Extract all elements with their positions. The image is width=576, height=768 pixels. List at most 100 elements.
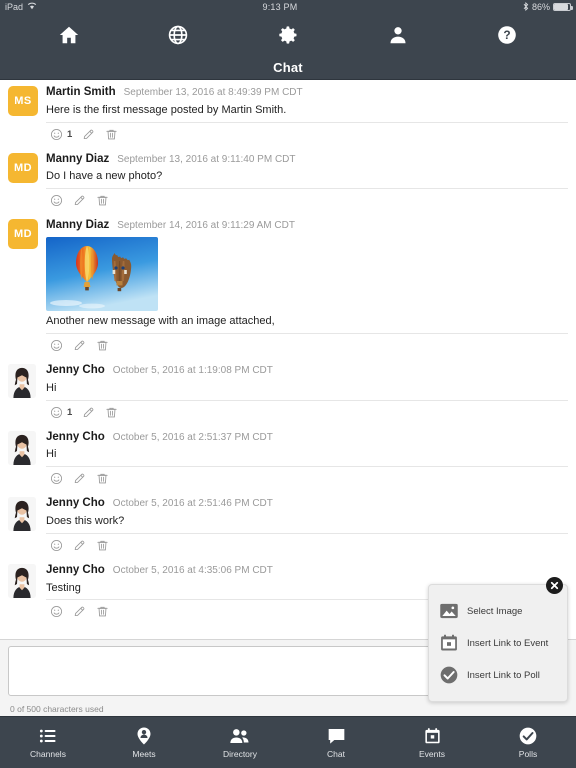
- edit-button[interactable]: [73, 194, 86, 207]
- avatar[interactable]: MS: [8, 86, 46, 147]
- gear-icon[interactable]: [277, 24, 299, 46]
- popup-item-label: Select Image: [467, 605, 523, 617]
- react-button[interactable]: 1: [50, 128, 72, 141]
- delete-button[interactable]: [96, 539, 109, 552]
- message-item: Jenny Cho October 5, 2016 at 1:19:08 PM C…: [0, 358, 576, 425]
- people-icon: [229, 726, 251, 746]
- status-bar-time: 9:13 PM: [262, 2, 298, 12]
- wifi-icon: [27, 2, 37, 12]
- trash-icon: [96, 339, 109, 352]
- home-icon[interactable]: [58, 24, 80, 46]
- smiley-icon: [50, 128, 63, 141]
- message-author: Jenny Cho: [46, 363, 105, 376]
- message-header: Jenny Cho October 5, 2016 at 1:19:08 PM C…: [46, 364, 568, 378]
- delete-button[interactable]: [96, 472, 109, 485]
- avatar[interactable]: MD: [8, 219, 46, 358]
- avatar-photo: [8, 563, 36, 598]
- react-button[interactable]: [50, 339, 63, 352]
- edit-button[interactable]: [82, 128, 95, 141]
- message-item: MD Manny Diaz September 13, 2016 at 9:11:4…: [0, 147, 576, 214]
- calendar-icon: [423, 726, 442, 746]
- edit-button[interactable]: [73, 339, 86, 352]
- tab-chat[interactable]: Chat: [288, 717, 384, 768]
- help-icon[interactable]: ?: [496, 24, 518, 46]
- smiley-icon: [50, 406, 63, 419]
- message-header: Jenny Cho October 5, 2016 at 2:51:37 PM C…: [46, 431, 568, 445]
- status-bar-left: iPad: [5, 2, 37, 12]
- avatar[interactable]: [8, 497, 46, 558]
- message-timestamp: September 14, 2016 at 9:11:29 AM CDT: [117, 220, 295, 232]
- avatar-initials: MD: [8, 152, 38, 183]
- globe-icon[interactable]: [167, 24, 189, 46]
- smiley-icon: [50, 339, 63, 352]
- tab-channels[interactable]: Channels: [0, 717, 96, 768]
- delete-button[interactable]: [105, 128, 118, 141]
- message-actions: [46, 534, 568, 558]
- pencil-icon: [73, 472, 86, 485]
- tab-meets[interactable]: Meets: [96, 717, 192, 768]
- message-text: Here is the first message posted by Mart…: [46, 103, 568, 123]
- tab-directory[interactable]: Directory: [192, 717, 288, 768]
- message-list[interactable]: MS Martin Smith September 13, 2016 at 8:49…: [0, 80, 576, 639]
- tab-polls[interactable]: Polls: [480, 717, 576, 768]
- message-item: MS Martin Smith September 13, 2016 at 8:49…: [0, 80, 576, 147]
- message-header: Manny Diaz September 13, 2016 at 9:11:40 …: [46, 153, 568, 167]
- message-timestamp: October 5, 2016 at 2:51:46 PM CDT: [112, 498, 273, 510]
- status-bar-right: 86%: [523, 1, 573, 13]
- react-button[interactable]: [50, 472, 63, 485]
- message-attachment-image[interactable]: [46, 237, 158, 312]
- pencil-icon: [73, 539, 86, 552]
- message-body: Manny Diaz September 14, 2016 at 9:11:29 …: [46, 219, 568, 358]
- edit-button[interactable]: [73, 539, 86, 552]
- message-item: Jenny Cho October 5, 2016 at 2:51:37 PM C…: [0, 425, 576, 492]
- message-actions: 1: [46, 401, 568, 425]
- message-text: Does this work?: [46, 514, 568, 534]
- trash-icon: [96, 472, 109, 485]
- edit-button[interactable]: [73, 605, 86, 618]
- message-author: Jenny Cho: [46, 430, 105, 443]
- popup-item-label: Insert Link to Event: [467, 637, 549, 649]
- message-actions: [46, 334, 568, 358]
- delete-button[interactable]: [96, 194, 109, 207]
- battery-icon: [553, 3, 573, 11]
- status-bar: iPad 9:13 PM 86%: [0, 0, 576, 14]
- top-navigation-bar: ?: [0, 14, 576, 56]
- message-timestamp: September 13, 2016 at 9:11:40 PM CDT: [117, 153, 296, 165]
- delete-button[interactable]: [96, 339, 109, 352]
- message-author: Manny Diaz: [46, 152, 110, 165]
- delete-button[interactable]: [96, 605, 109, 618]
- react-button[interactable]: [50, 539, 63, 552]
- popup-item-insert-link-to-event[interactable]: Insert Link to Event: [429, 627, 567, 659]
- trash-icon: [96, 539, 109, 552]
- message-author: Jenny Cho: [46, 497, 105, 510]
- avatar[interactable]: [8, 363, 46, 425]
- reaction-count: 1: [67, 128, 73, 140]
- react-button[interactable]: [50, 605, 63, 618]
- person-icon[interactable]: [387, 24, 409, 46]
- smiley-icon: [50, 605, 63, 618]
- close-icon[interactable]: [546, 577, 563, 594]
- tab-label: Channels: [30, 749, 66, 759]
- avatar[interactable]: MD: [8, 152, 46, 214]
- message-item: MD Manny Diaz September 14, 2016 at 9:11:2…: [0, 213, 576, 358]
- message-timestamp: October 5, 2016 at 2:51:37 PM CDT: [112, 431, 273, 443]
- popup-item-insert-link-to-poll[interactable]: Insert Link to Poll: [429, 659, 567, 691]
- bluetooth-icon: [523, 1, 529, 13]
- message-author: Jenny Cho: [46, 563, 105, 576]
- message-header: Jenny Cho October 5, 2016 at 2:51:46 PM C…: [46, 497, 568, 511]
- message-actions: 1: [46, 123, 568, 147]
- message-timestamp: October 5, 2016 at 1:19:08 PM CDT: [112, 364, 273, 376]
- tab-label: Meets: [132, 749, 156, 759]
- tab-events[interactable]: Events: [384, 717, 480, 768]
- message-header: Jenny Cho October 5, 2016 at 4:35:06 PM C…: [46, 564, 568, 578]
- react-button[interactable]: [50, 194, 63, 207]
- page-title: Chat: [0, 56, 576, 80]
- popup-item-select-image[interactable]: Select Image: [429, 595, 567, 627]
- edit-button[interactable]: [73, 472, 86, 485]
- delete-button[interactable]: [105, 406, 118, 419]
- avatar[interactable]: [8, 563, 46, 625]
- react-button[interactable]: 1: [50, 406, 72, 419]
- edit-button[interactable]: [82, 406, 95, 419]
- message-body: Manny Diaz September 13, 2016 at 9:11:40 …: [46, 153, 568, 214]
- avatar[interactable]: [8, 430, 46, 492]
